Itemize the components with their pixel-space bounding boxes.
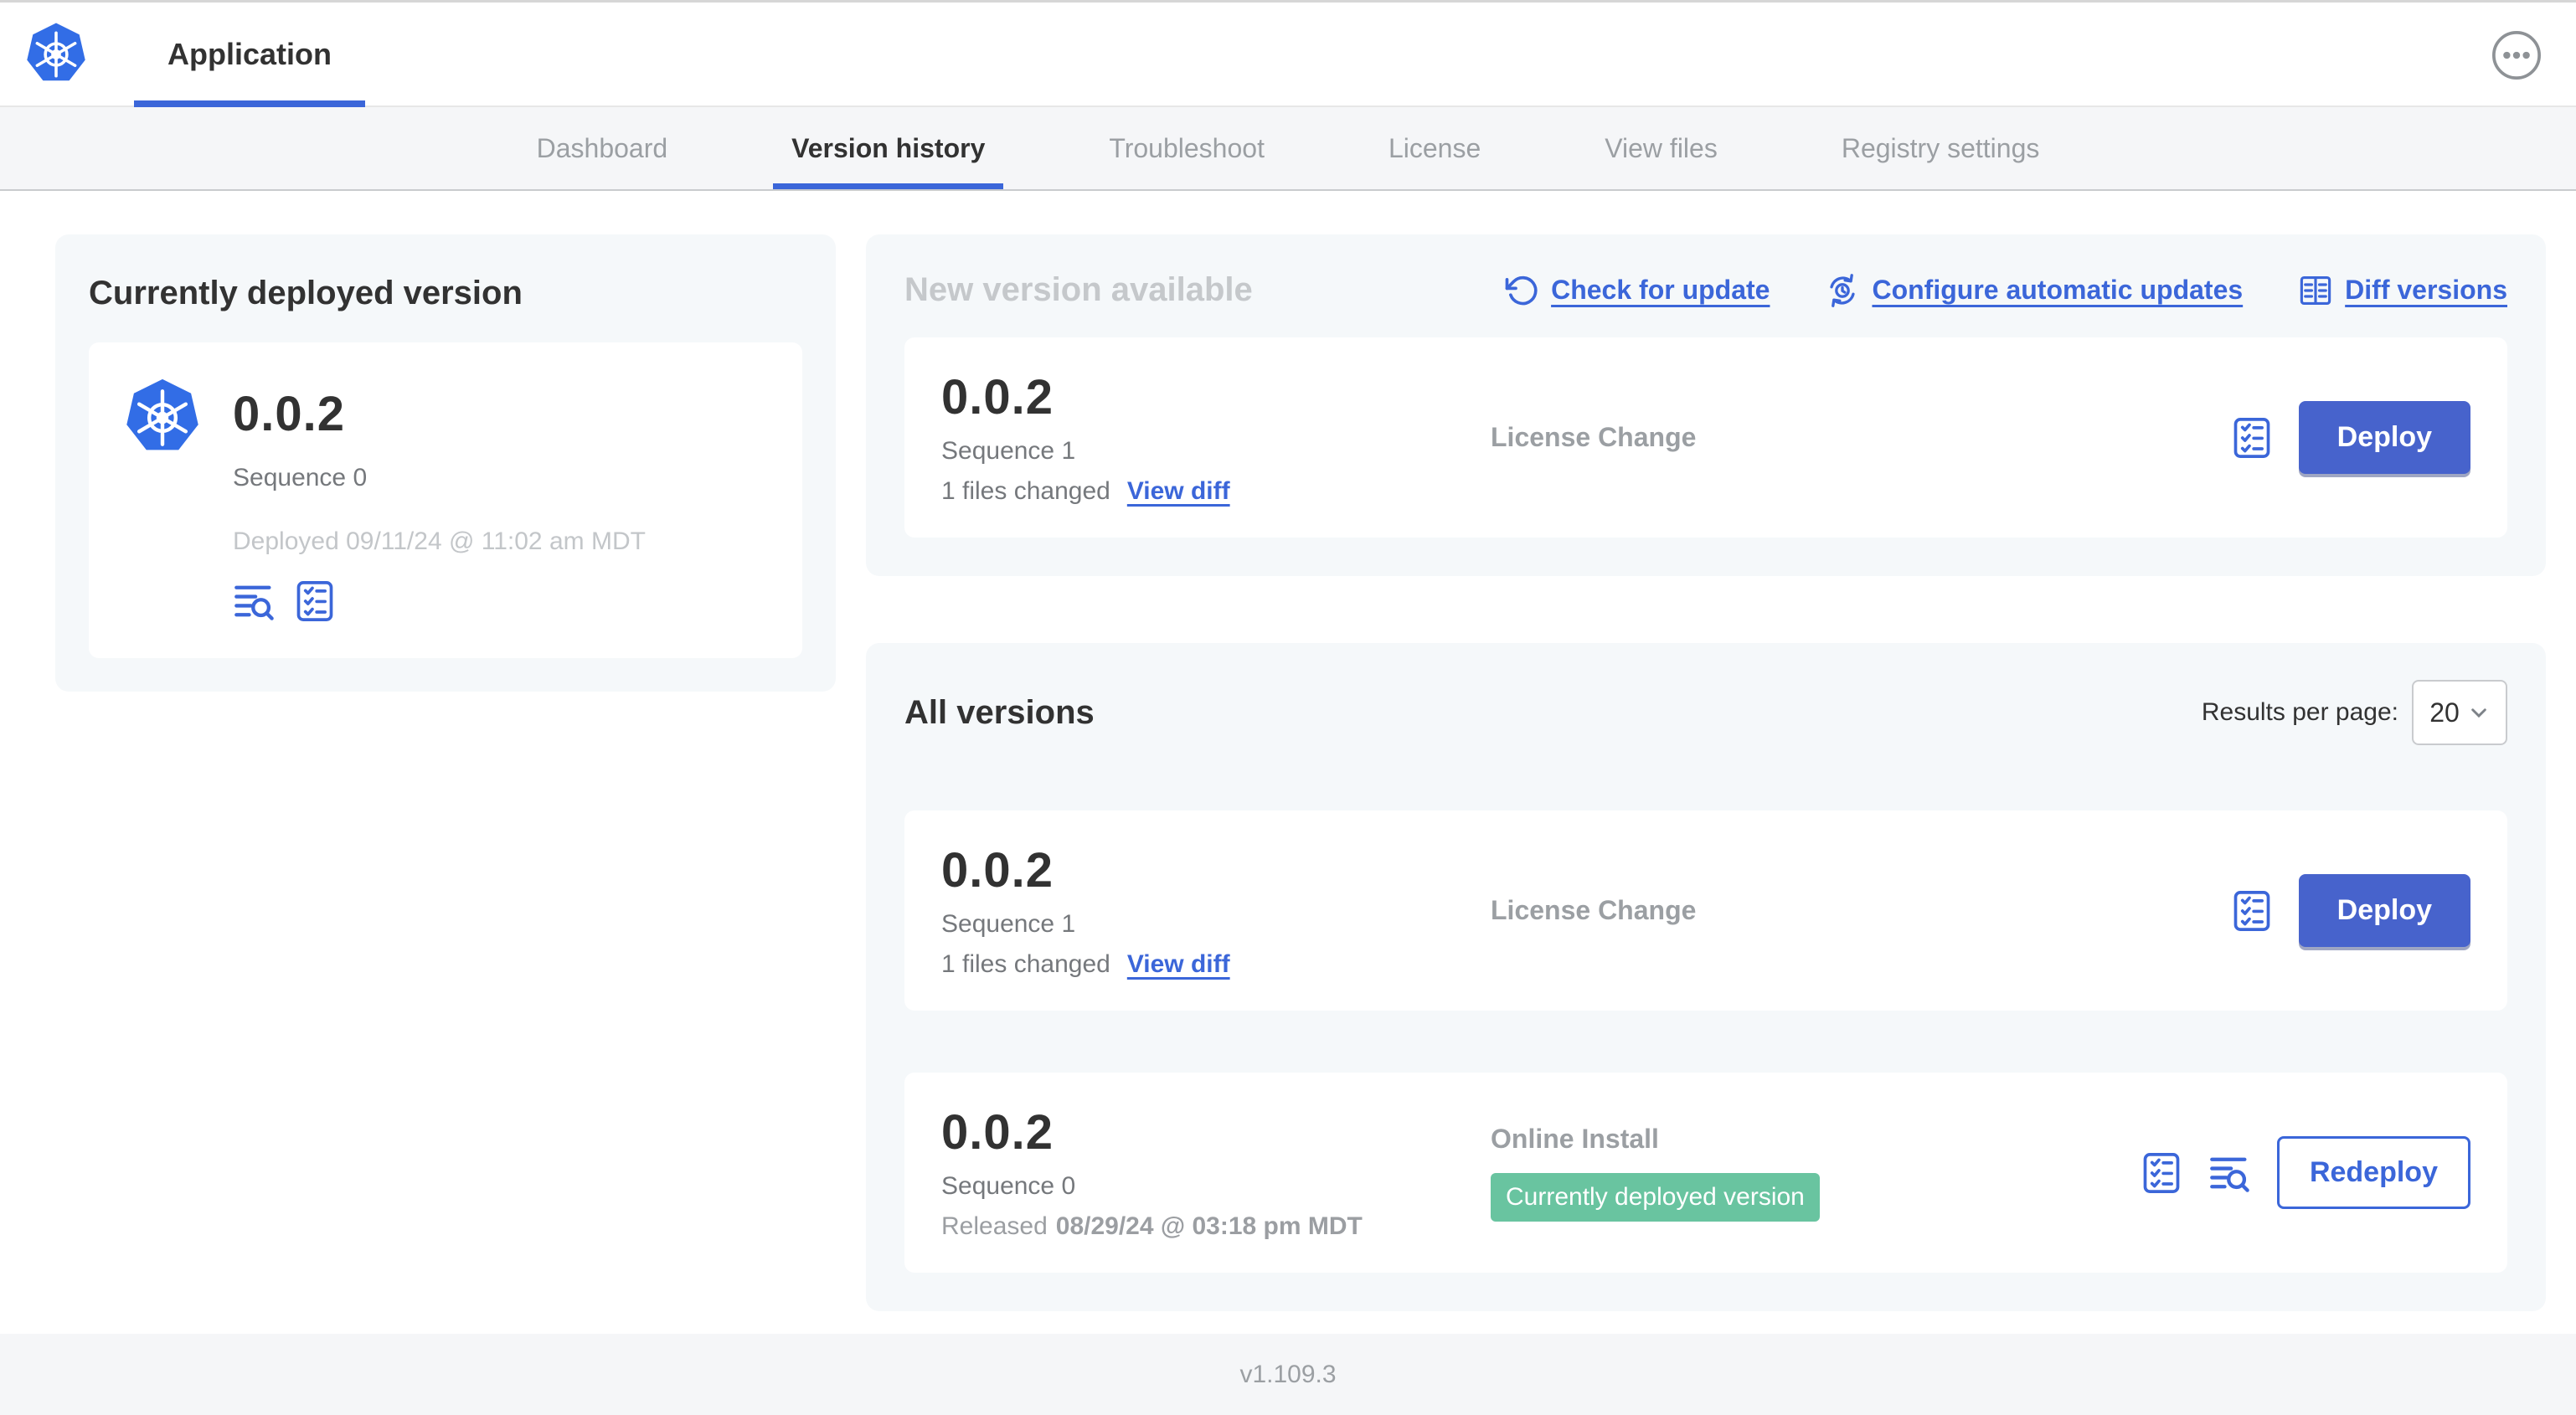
tab-registry-settings[interactable]: Registry settings (1823, 107, 2058, 189)
view-logs-icon[interactable] (233, 579, 276, 623)
deploy-button[interactable]: Deploy (2298, 874, 2470, 947)
version-sequence: Sequence 1 (941, 910, 1076, 938)
files-changed-row: 1 files changed View diff (941, 477, 1491, 506)
tab-license[interactable]: License (1370, 107, 1499, 189)
deploy-button[interactable]: Deploy (2298, 401, 2470, 474)
version-actions: Deploy (2230, 401, 2470, 474)
files-changed-text: 1 files changed (941, 950, 1110, 978)
all-versions-panel-head: All versions Results per page: 20 (904, 680, 2507, 745)
update-actions: Check for update Configure automatic upd… (1504, 273, 2507, 308)
version-number: 0.0.2 (941, 843, 1054, 898)
version-actions: Deploy (2230, 874, 2470, 947)
tab-troubleshoot[interactable]: Troubleshoot (1090, 107, 1283, 189)
results-per-page-value: 20 (2429, 697, 2460, 728)
version-info: 0.0.2 Sequence 0 Released 08/29/24 @ 03:1… (941, 1104, 1491, 1241)
deployed-version-details: 0.0.2 Sequence 0 Deployed 09/11/24 @ 11:… (233, 378, 646, 623)
app-tab[interactable]: Application (134, 3, 365, 107)
main-content: Currently deployed version 0.0.2 Sequenc… (0, 191, 2576, 1334)
auto-update-clock-icon (1825, 273, 1860, 308)
all-versions-panel: All versions Results per page: 20 0.0.2 … (866, 643, 2546, 1311)
chevron-down-icon (2471, 708, 2486, 718)
tab-version-history[interactable]: Version history (773, 107, 1004, 189)
source-label: License Change (1491, 895, 1697, 925)
results-per-page-label: Results per page: (2201, 698, 2398, 726)
version-source: License Change (1491, 422, 2230, 453)
deployed-sequence: Sequence 0 (233, 464, 368, 491)
diff-icon (2298, 273, 2333, 308)
source-label: License Change (1491, 422, 1697, 452)
right-column: New version available Check for update C… (866, 234, 2546, 1311)
version-info: 0.0.2 Sequence 1 1 files changed View di… (941, 842, 1491, 979)
configure-automatic-updates-label: Configure automatic updates (1872, 275, 2244, 305)
check-for-update-link[interactable]: Check for update (1504, 273, 1770, 308)
files-changed-text: 1 files changed (941, 477, 1110, 505)
version-rows: 0.0.2 Sequence 1 1 files changed View di… (904, 782, 2507, 1273)
released-date: 08/29/24 @ 03:18 pm MDT (1055, 1212, 1363, 1240)
page-footer: v1.109.3 (0, 1334, 2576, 1415)
overflow-menu-button[interactable] (2491, 29, 2543, 81)
version-info: 0.0.2 Sequence 1 1 files changed View di… (941, 369, 1491, 506)
released-prefix: Released (941, 1212, 1048, 1240)
version-sequence: Sequence 0 (941, 1172, 1076, 1200)
currently-deployed-badge: Currently deployed version (1491, 1173, 1820, 1222)
version-history-page: Application Dashboard Version history Tr… (0, 0, 2576, 1415)
version-number: 0.0.2 (941, 1105, 1054, 1160)
currently-deployed-title: Currently deployed version (89, 275, 523, 311)
released-timestamp: Released 08/29/24 @ 03:18 pm MDT (941, 1212, 1491, 1241)
version-number: 0.0.2 (941, 370, 1054, 424)
ellipsis-circle-icon (2492, 31, 2541, 80)
redeploy-button[interactable]: Redeploy (2276, 1136, 2470, 1209)
preflight-checklist-icon[interactable] (2230, 889, 2274, 933)
preflight-checklist-icon[interactable] (293, 579, 337, 623)
tab-view-files[interactable]: View files (1586, 107, 1736, 189)
all-versions-title: All versions (904, 693, 1095, 731)
tab-label: View files (1605, 132, 1718, 163)
results-per-page-select[interactable]: 20 (2412, 680, 2507, 745)
currently-deployed-card: 0.0.2 Sequence 0 Deployed 09/11/24 @ 11:… (89, 342, 802, 658)
new-version-panel: New version available Check for update C… (866, 234, 2546, 576)
preflight-checklist-icon[interactable] (2140, 1151, 2183, 1195)
tab-label: Troubleshoot (1109, 132, 1265, 163)
top-bar: Application (0, 0, 2576, 107)
version-row: 0.0.2 Sequence 1 1 files changed View di… (904, 810, 2507, 1011)
kubernetes-logo-icon (23, 21, 89, 87)
kubernetes-logo-icon (122, 378, 203, 458)
version-row: 0.0.2 Sequence 0 Released 08/29/24 @ 03:1… (904, 1073, 2507, 1273)
version-source: License Change (1491, 895, 2230, 926)
app-tab-label: Application (167, 36, 332, 71)
results-per-page-control: Results per page: 20 (2202, 680, 2507, 745)
version-sequence: Sequence 1 (941, 437, 1076, 465)
refresh-icon (1504, 273, 1539, 308)
check-for-update-label: Check for update (1551, 275, 1770, 305)
deployed-timestamp: Deployed 09/11/24 @ 11:02 am MDT (233, 527, 646, 555)
preflight-checklist-icon[interactable] (2230, 416, 2274, 460)
tab-label: License (1388, 132, 1481, 163)
new-version-card: 0.0.2 Sequence 1 1 files changed View di… (904, 337, 2507, 538)
view-logs-icon[interactable] (2208, 1151, 2252, 1195)
active-tab-underline (773, 183, 1004, 189)
new-version-panel-head: New version available Check for update C… (904, 271, 2507, 309)
configure-automatic-updates-link[interactable]: Configure automatic updates (1825, 273, 2243, 308)
tab-label: Dashboard (536, 132, 668, 163)
version-actions: Redeploy (2140, 1136, 2470, 1209)
app-subnav: Dashboard Version history Troubleshoot L… (0, 107, 2576, 191)
version-source: Online Install Currently deployed versio… (1491, 1124, 2140, 1222)
tab-dashboard[interactable]: Dashboard (518, 107, 687, 189)
currently-deployed-panel: Currently deployed version 0.0.2 Sequenc… (55, 234, 836, 692)
files-changed-row: 1 files changed View diff (941, 950, 1491, 979)
new-version-title: New version available (904, 271, 1253, 308)
tab-label: Registry settings (1841, 132, 2040, 163)
deployed-card-actions (233, 579, 646, 623)
view-diff-link[interactable]: View diff (1127, 950, 1230, 979)
tab-label: Version history (791, 132, 986, 163)
console-version: v1.109.3 (1239, 1360, 1337, 1388)
source-label: Online Install (1491, 1124, 1659, 1154)
app-tab-active-underline (134, 100, 365, 107)
diff-versions-link[interactable]: Diff versions (2298, 273, 2507, 308)
deployed-version-number: 0.0.2 (233, 387, 345, 441)
view-diff-link[interactable]: View diff (1127, 477, 1230, 506)
diff-versions-label: Diff versions (2345, 275, 2507, 305)
